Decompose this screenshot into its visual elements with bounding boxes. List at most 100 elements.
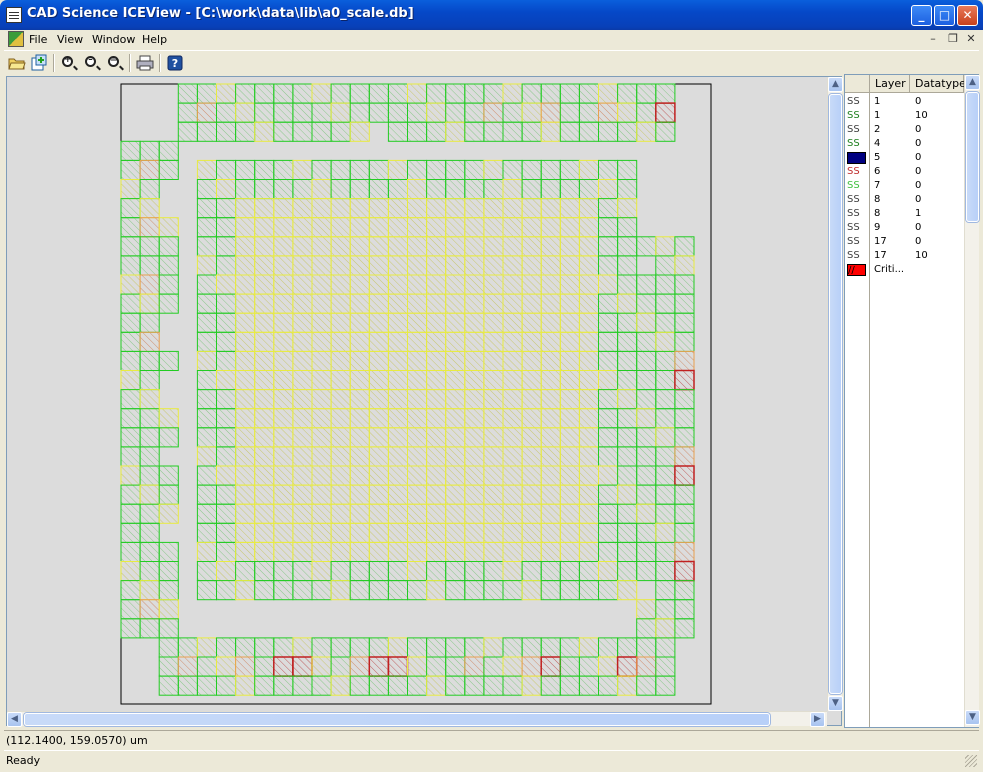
- menu-file[interactable]: File: [29, 33, 47, 46]
- layer-datatype: 0: [915, 180, 922, 191]
- density-tile: [120, 580, 141, 601]
- zoom-in-icon[interactable]: +: [59, 54, 79, 72]
- density-tile: [311, 274, 332, 295]
- layer-row[interactable]: SS 6 0: [845, 165, 964, 179]
- layer-scroll-down-arrow-icon[interactable]: ▼: [965, 710, 980, 725]
- layer-swatch[interactable]: SS: [847, 138, 866, 150]
- layer-swatch[interactable]: SS: [847, 236, 866, 248]
- density-tile: [483, 656, 504, 677]
- density-tile: [559, 637, 580, 658]
- density-tile: [598, 370, 619, 391]
- density-tile: [502, 465, 523, 486]
- layer-row[interactable]: SS 9 0: [845, 221, 964, 235]
- density-tile: [521, 675, 542, 696]
- column-header-swatch[interactable]: [845, 75, 870, 93]
- density-tile: [426, 236, 447, 257]
- canvas-horizontal-scrollbar[interactable]: ◀ ▶: [7, 711, 827, 727]
- mdi-close-button[interactable]: ✕: [964, 32, 978, 46]
- scroll-down-arrow-icon[interactable]: ▼: [828, 696, 843, 711]
- layer-row[interactable]: SS 8 0: [845, 193, 964, 207]
- mdi-minimize-button[interactable]: –: [926, 32, 940, 46]
- density-tile: [598, 312, 619, 333]
- layer-swatch[interactable]: SS: [847, 96, 866, 108]
- resize-grip-icon[interactable]: [965, 755, 977, 767]
- layer-row[interactable]: // Criti...: [845, 263, 964, 277]
- layer-row[interactable]: SS 1 0: [845, 95, 964, 109]
- density-tile: [158, 503, 179, 524]
- mdi-restore-button[interactable]: ❐: [946, 32, 960, 46]
- density-tile: [368, 561, 389, 582]
- column-header-layer[interactable]: Layer: [870, 75, 910, 93]
- canvas-vertical-scrollbar[interactable]: ▲ ▼: [827, 77, 843, 711]
- layer-row[interactable]: SS 17 0: [845, 235, 964, 249]
- density-tile: [196, 522, 217, 543]
- density-tile: [578, 293, 600, 314]
- document-icon[interactable]: [8, 31, 24, 47]
- density-tile: [502, 656, 523, 677]
- zoom-out-icon[interactable]: –: [82, 54, 102, 72]
- app-icon[interactable]: [6, 7, 22, 23]
- layer-swatch[interactable]: [847, 152, 866, 164]
- density-tile: [483, 561, 504, 582]
- menu-window[interactable]: Window: [92, 33, 135, 46]
- title-bar[interactable]: CAD Science ICEView - [C:\work\data\lib\…: [0, 0, 983, 30]
- density-tile: [521, 580, 542, 601]
- scroll-left-arrow-icon[interactable]: ◀: [7, 712, 22, 727]
- density-tile: [158, 561, 179, 582]
- density-tile: [598, 580, 619, 601]
- layout-view[interactable]: [7, 77, 827, 711]
- minimize-button[interactable]: _: [911, 5, 932, 26]
- critical-tile: [387, 656, 409, 677]
- density-tile: [559, 350, 580, 371]
- layer-list-scrollbar[interactable]: ▲ ▼: [964, 75, 980, 727]
- layer-row[interactable]: SS 17 10: [845, 249, 964, 263]
- layer-swatch[interactable]: SS: [847, 194, 866, 206]
- density-tile: [521, 255, 542, 276]
- layer-row[interactable]: 50: [845, 151, 964, 165]
- layer-row[interactable]: SS 7 0: [845, 179, 964, 193]
- density-tile: [407, 159, 428, 181]
- density-tile: [311, 198, 332, 219]
- layer-scroll-up-arrow-icon[interactable]: ▲: [965, 75, 980, 90]
- scroll-right-arrow-icon[interactable]: ▶: [810, 712, 825, 727]
- layer-swatch[interactable]: SS: [847, 124, 866, 136]
- print-icon[interactable]: [135, 54, 155, 72]
- density-tile: [349, 198, 370, 219]
- density-tile: [216, 312, 237, 333]
- column-header-datatype[interactable]: Datatype: [910, 75, 966, 93]
- layer-scroll-thumb[interactable]: [966, 92, 979, 222]
- maximize-button[interactable]: □: [934, 5, 955, 26]
- layer-row[interactable]: SS 2 0: [845, 123, 964, 137]
- layer-swatch[interactable]: SS: [847, 208, 866, 220]
- layer-swatch[interactable]: SS: [847, 250, 866, 262]
- layer-swatch[interactable]: SS: [847, 110, 866, 122]
- density-tile: [387, 121, 408, 142]
- open-icon[interactable]: [7, 54, 27, 72]
- vertical-scroll-thumb[interactable]: [829, 94, 842, 694]
- density-tile: [502, 198, 523, 219]
- density-tile: [273, 83, 294, 104]
- density-tile: [292, 541, 313, 562]
- menu-view[interactable]: View: [57, 33, 83, 46]
- layer-swatch[interactable]: //: [847, 264, 866, 276]
- layout-canvas[interactable]: ▲ ▼ ◀ ▶: [6, 76, 843, 727]
- density-tile: [445, 83, 466, 104]
- scroll-up-arrow-icon[interactable]: ▲: [828, 77, 843, 92]
- layer-row[interactable]: SS 8 1: [845, 207, 964, 221]
- layer-row[interactable]: SS 4 0: [845, 137, 964, 151]
- layer-row[interactable]: SS 1 10: [845, 109, 964, 123]
- layer-swatch[interactable]: SS: [847, 222, 866, 234]
- layer-swatch[interactable]: SS: [847, 166, 866, 178]
- new-window-icon[interactable]: [29, 54, 49, 72]
- horizontal-scroll-thumb[interactable]: [24, 713, 770, 726]
- density-tile: [292, 389, 313, 410]
- density-tile: [216, 389, 237, 410]
- help-icon[interactable]: ?: [165, 54, 185, 72]
- density-tile: [254, 541, 275, 562]
- density-tile: [445, 293, 466, 314]
- menu-help[interactable]: Help: [142, 33, 167, 46]
- layer-swatch[interactable]: SS: [847, 180, 866, 192]
- density-tile: [407, 83, 428, 104]
- close-button[interactable]: ✕: [957, 5, 978, 26]
- zoom-fit-icon[interactable]: =: [105, 54, 125, 72]
